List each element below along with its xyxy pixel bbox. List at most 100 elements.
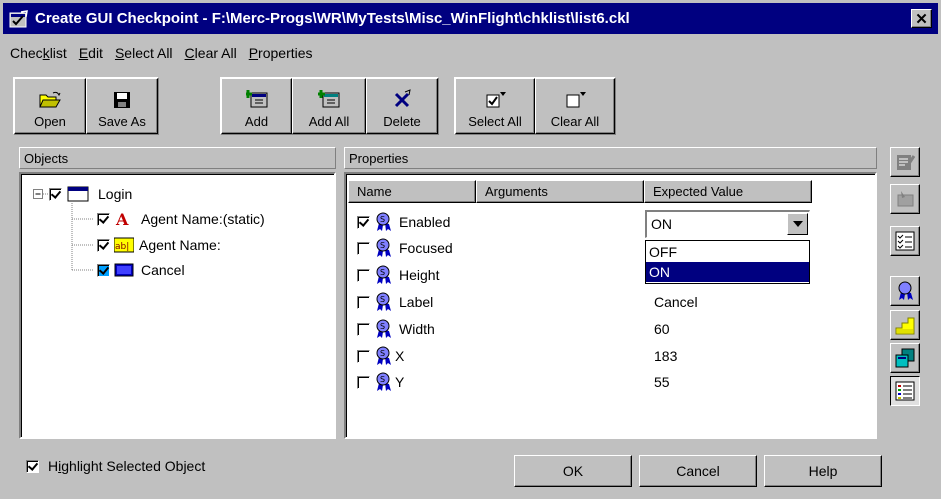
property-ribbon-icon: S (376, 212, 391, 231)
checkbox-empty-icon (566, 92, 586, 108)
svg-text:A: A (115, 211, 129, 227)
push-button-icon (114, 263, 134, 277)
delete-x-icon (394, 89, 411, 108)
highlight-selected-object[interactable]: Highlight Selected Object (26, 458, 205, 474)
login-checkbox[interactable] (49, 187, 62, 201)
value-label: Cancel (654, 294, 698, 310)
y-checkbox[interactable] (357, 375, 370, 389)
window-icon (67, 186, 89, 202)
ribbon-icon (898, 281, 913, 300)
save-as-button[interactable]: Save As (86, 78, 158, 134)
property-ribbon-icon: S (376, 346, 391, 365)
checkpoint-app-icon (9, 9, 28, 27)
property-row-label[interactable]: S Label (357, 292, 433, 312)
property-ribbon-icon: S (376, 292, 391, 311)
clear-all-button[interactable]: Clear All (535, 78, 615, 134)
tree-item-agent-name[interactable]: ab| Agent Name: (97, 235, 221, 255)
combobox-dropdown-button[interactable] (787, 213, 808, 235)
cancel-button[interactable]: Cancel (639, 455, 757, 487)
height-checkbox[interactable] (357, 268, 370, 282)
checkbox-checked-icon (486, 92, 506, 108)
svg-text:S: S (380, 322, 385, 331)
svg-text:S: S (380, 241, 385, 250)
add-object-icon (245, 90, 267, 108)
add-button[interactable]: Add (221, 78, 292, 134)
property-row-height[interactable]: S Height (357, 265, 439, 285)
close-button[interactable]: ✕ (911, 9, 932, 28)
tree-item-cancel[interactable]: Cancel (97, 260, 185, 280)
close-icon: ✕ (915, 10, 928, 28)
svg-text:S: S (380, 295, 385, 304)
combobox-selected-value: ON (651, 216, 672, 232)
focused-checkbox[interactable] (357, 241, 370, 255)
delete-button[interactable]: Delete (366, 78, 438, 134)
edit-arguments-icon (897, 155, 916, 170)
value-width: 60 (654, 321, 670, 337)
show-selected-properties-button[interactable] (890, 276, 920, 306)
window-title: Create GUI Checkpoint - F:\Merc-Progs\WR… (35, 10, 630, 27)
toolbar-select-group: Select All Clear All (454, 77, 616, 135)
dropdown-option-off[interactable]: OFF (646, 242, 809, 262)
show-checklist-button[interactable] (890, 226, 920, 256)
column-expected-value[interactable]: Expected Value (644, 180, 812, 203)
show-all-properties-button[interactable] (890, 343, 920, 373)
edit-expected-value-button[interactable] (890, 184, 920, 214)
highlight-checkbox[interactable] (26, 459, 39, 473)
property-row-enabled[interactable]: S Enabled (357, 212, 450, 232)
properties-header: Properties (344, 147, 877, 169)
label-checkbox[interactable] (357, 295, 370, 309)
floppy-disk-icon (114, 92, 130, 108)
column-name[interactable]: Name (348, 180, 476, 203)
tree-item-agent-name-static[interactable]: A Agent Name:(static) (97, 209, 265, 229)
agent-name-static-checkbox[interactable] (97, 212, 110, 226)
add-all-objects-icon (318, 90, 340, 108)
menu-clear-all[interactable]: Clear All (179, 42, 243, 64)
show-non-default-properties-button[interactable] (890, 310, 920, 340)
property-ribbon-icon: S (376, 265, 391, 284)
property-row-y[interactable]: S Y (357, 372, 404, 392)
show-list-view-button[interactable] (890, 376, 920, 406)
objects-header: Objects (19, 147, 336, 169)
open-folder-icon (39, 91, 61, 108)
checklist-icon (895, 231, 915, 251)
property-ribbon-icon: S (376, 238, 391, 257)
property-row-x[interactable]: S X (357, 346, 404, 366)
enabled-checkbox[interactable] (357, 215, 370, 229)
title-bar: Create GUI Checkpoint - F:\Merc-Progs\WR… (3, 3, 938, 34)
ok-button[interactable]: OK (514, 455, 632, 487)
svg-text:S: S (380, 349, 385, 358)
width-checkbox[interactable] (357, 322, 370, 336)
list-view-icon (895, 381, 915, 401)
help-button[interactable]: Help (764, 455, 882, 487)
column-arguments[interactable]: Arguments (476, 180, 644, 203)
menu-edit[interactable]: Edit (73, 42, 109, 64)
agent-name-checkbox[interactable] (97, 238, 110, 252)
menu-checklist[interactable]: Checklist (8, 42, 73, 64)
x-checkbox[interactable] (357, 349, 370, 363)
tree-item-login[interactable]: Login (49, 184, 132, 204)
property-ribbon-icon: S (376, 372, 391, 391)
dropdown-option-on[interactable]: ON (646, 262, 809, 282)
select-all-button[interactable]: Select All (455, 78, 535, 134)
menu-properties[interactable]: Properties (243, 42, 319, 64)
property-row-focused[interactable]: S Focused (357, 238, 453, 258)
edit-value-icon (897, 191, 914, 207)
stacked-windows-icon (895, 348, 915, 368)
stairs-icon (895, 317, 915, 335)
svg-text:S: S (380, 215, 385, 224)
menu-select-all[interactable]: Select All (109, 42, 179, 64)
edit-arguments-button[interactable] (890, 147, 920, 177)
toolbar-file-group: Open Save As (13, 77, 159, 135)
chevron-down-icon (792, 221, 803, 227)
cancel-checkbox[interactable] (97, 263, 110, 277)
open-button[interactable]: Open (14, 78, 86, 134)
expected-value-combobox[interactable]: ON (645, 210, 810, 238)
svg-text:S: S (380, 375, 385, 384)
dropdown-list: OFF ON (645, 240, 810, 284)
property-row-width[interactable]: S Width (357, 319, 435, 339)
toolbar-edit-group: Add Add All Delete (220, 77, 439, 135)
svg-text:S: S (380, 268, 385, 277)
add-all-button[interactable]: Add All (292, 78, 366, 134)
static-text-icon: A (115, 211, 129, 227)
edit-field-icon: ab| (114, 237, 134, 253)
